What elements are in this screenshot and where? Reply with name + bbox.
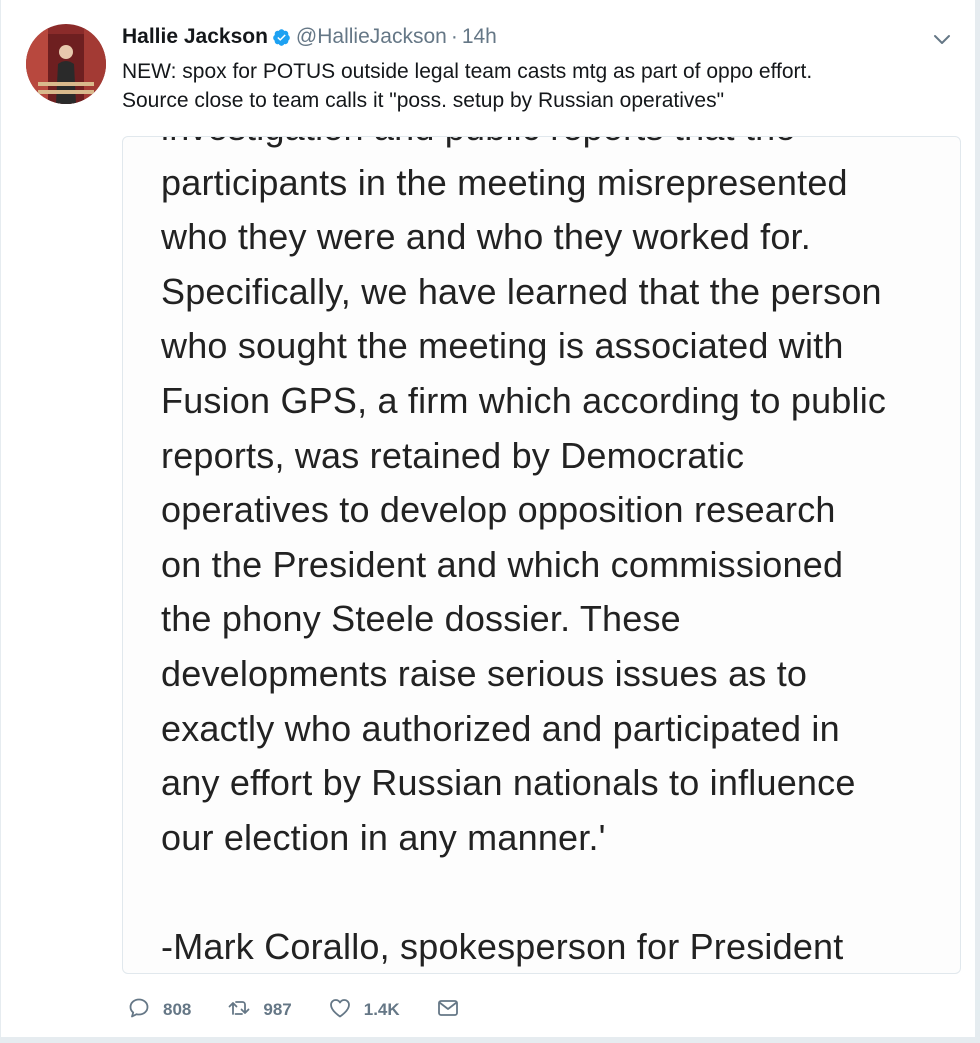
- verified-badge-icon: [272, 28, 291, 47]
- heart-icon: [328, 996, 352, 1025]
- statement-line: who they were and who they worked for.: [161, 216, 811, 258]
- reply-button[interactable]: 808: [127, 996, 191, 1025]
- statement-text: investigation and public reports that th…: [161, 137, 960, 973]
- avatar[interactable]: [26, 24, 106, 104]
- statement-line: who sought the meeting is associated wit…: [161, 325, 844, 367]
- statement-line: our election in any manner.': [161, 816, 606, 858]
- author-handle[interactable]: @HallieJackson: [296, 25, 447, 49]
- statement-line: exactly who authorized and participated …: [161, 707, 840, 749]
- like-count: 1.4K: [363, 1000, 400, 1019]
- separator-dot: ·: [450, 25, 458, 48]
- tweet-text-line: NEW: spox for POTUS outside legal team c…: [122, 60, 813, 83]
- reply-count: 808: [163, 1000, 192, 1019]
- statement-line: reports, was retained by Democratic: [161, 434, 745, 476]
- tweet-actions: 808 987 1.4K: [127, 995, 496, 1025]
- statement-blank-line: [161, 865, 960, 920]
- statement-line: participants in the meeting misrepresent…: [161, 161, 848, 203]
- timestamp[interactable]: 14h: [462, 25, 497, 49]
- statement-line: any effort by Russian nationals to influ…: [161, 762, 856, 804]
- retweet-icon: [227, 996, 251, 1025]
- statement-line: the phony Steele dossier. These: [161, 598, 681, 640]
- tweet-text: NEW: spox for POTUS outside legal team c…: [122, 57, 942, 115]
- statement-line: developments raise serious issues as to: [161, 652, 808, 694]
- reply-icon: [127, 996, 151, 1025]
- tweet-card[interactable]: Hallie Jackson @HallieJackson · 14h NEW:…: [0, 0, 976, 1038]
- author-name[interactable]: Hallie Jackson: [122, 25, 268, 49]
- direct-message-button[interactable]: [436, 996, 460, 1025]
- statement-line: Specifically, we have learned that the p…: [161, 270, 882, 312]
- statement-line: operatives to develop opposition researc…: [161, 489, 836, 531]
- statement-line: on the President and which commissioned: [161, 543, 844, 585]
- retweet-count: 987: [263, 1000, 292, 1019]
- statement-attribution: -Mark Corallo, spokesperson for Presiden…: [161, 925, 844, 967]
- envelope-icon: [436, 996, 460, 1025]
- statement-line: investigation and public reports that th…: [161, 137, 960, 156]
- media-image[interactable]: investigation and public reports that th…: [122, 136, 961, 974]
- retweet-button[interactable]: 987: [227, 996, 292, 1025]
- chevron-down-icon[interactable]: [930, 27, 954, 51]
- tweet-text-line: Source close to team calls it "poss. set…: [122, 89, 725, 112]
- tweet-header: Hallie Jackson @HallieJackson · 14h: [122, 24, 497, 50]
- statement-line: Fusion GPS, a firm which according to pu…: [161, 379, 887, 421]
- like-button[interactable]: 1.4K: [328, 996, 400, 1025]
